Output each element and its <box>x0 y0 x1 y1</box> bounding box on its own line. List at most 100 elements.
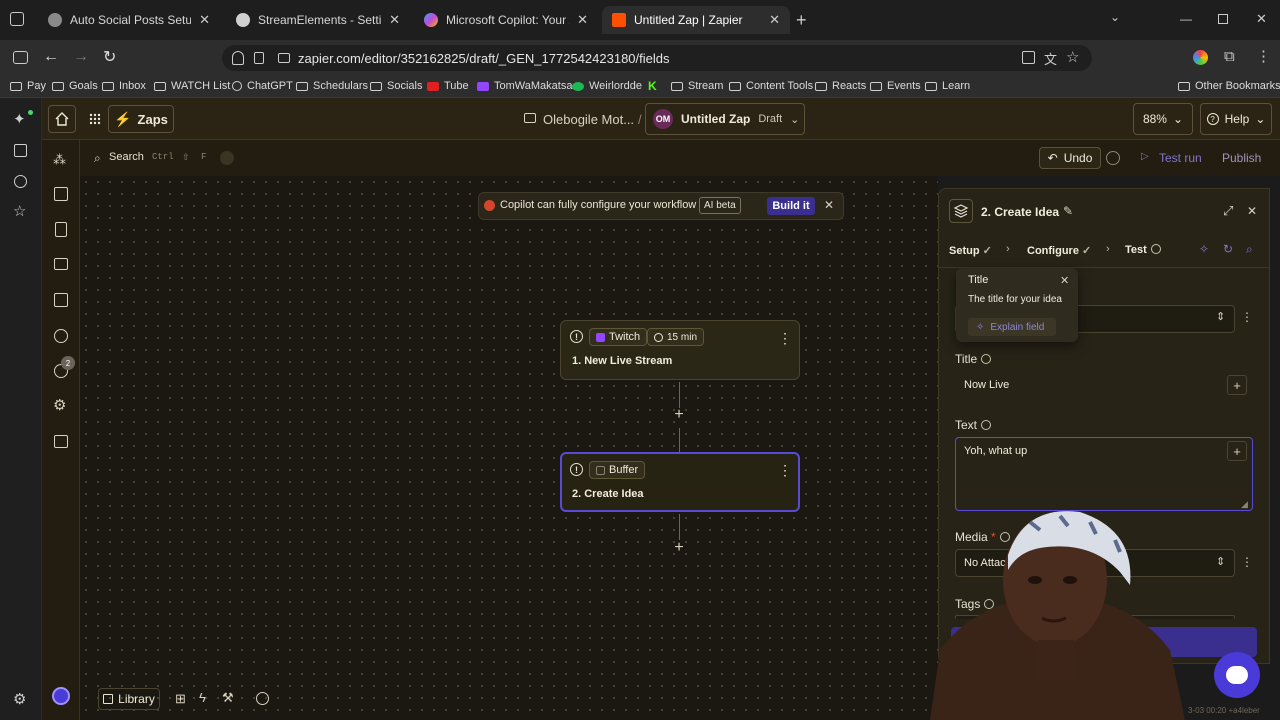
history-icon[interactable] <box>14 175 27 188</box>
translate-icon[interactable]: 文 <box>1044 49 1057 68</box>
step-menu-icon[interactable]: ⋮ <box>778 462 792 479</box>
extensions-puzzle-icon[interactable]: ⧉ <box>1224 48 1235 65</box>
comment-icon[interactable] <box>54 258 68 270</box>
copilot-sparkle-icon[interactable]: ✦ <box>13 110 26 128</box>
bookmark-stream[interactable]: Stream <box>671 80 723 92</box>
bookmark-events[interactable]: Events <box>870 80 921 92</box>
close-tab-icon[interactable]: ✕ <box>389 12 400 28</box>
close-tooltip-icon[interactable]: ✕ <box>1060 274 1069 287</box>
collections-icon[interactable] <box>14 144 27 157</box>
apps-icon[interactable]: ⁂ <box>53 152 66 168</box>
bolt-icon[interactable]: ϟ <box>199 690 206 705</box>
field-menu-icon[interactable]: ⋮ <box>1241 555 1253 569</box>
search-button[interactable]: Search <box>109 151 144 163</box>
menu-dots-icon[interactable]: ⋮ <box>1256 47 1271 65</box>
bookmark-watch-list[interactable]: WATCH List <box>154 80 230 92</box>
build-it-button[interactable]: Build it <box>767 197 815 215</box>
library-button[interactable]: Library <box>98 688 160 710</box>
explain-field-button[interactable]: ✧ Explain field <box>968 318 1056 336</box>
help-button[interactable]: ? Help ⌄ <box>1200 103 1272 135</box>
close-window-icon[interactable]: ✕ <box>1256 11 1267 27</box>
url-text[interactable]: zapier.com/editor/352162825/draft/_GEN_1… <box>298 51 670 66</box>
ai-edit-icon[interactable]: ✧ <box>1199 242 1209 256</box>
insert-data-plus-icon[interactable]: + <box>1227 375 1247 395</box>
reload-icon[interactable]: ↻ <box>103 47 116 67</box>
info-icon[interactable] <box>981 354 992 364</box>
new-tab-icon[interactable]: + <box>796 10 807 31</box>
undo-button[interactable]: ↶ Undo <box>1039 147 1101 169</box>
favorites-star-icon[interactable]: ☆ <box>13 202 26 220</box>
bookmark-tomwamakatsa[interactable]: TomWaMakatsa <box>477 80 572 92</box>
bookmark-content-tools[interactable]: Content Tools <box>729 80 813 92</box>
bookmark-learn[interactable]: Learn <box>925 80 970 92</box>
settings-gear-icon[interactable]: ⚙ <box>13 690 26 708</box>
tab-test[interactable]: Test <box>1125 244 1161 256</box>
history-icon[interactable] <box>1106 151 1120 165</box>
tab-configure[interactable]: Configure ✓ <box>1027 244 1091 257</box>
close-tab-icon[interactable]: ✕ <box>769 12 780 28</box>
expand-icon[interactable]: ⤢ <box>1223 203 1233 219</box>
templates-icon[interactable] <box>54 187 68 201</box>
bookmark-chatgpt[interactable]: ChatGPT <box>232 80 293 92</box>
bookmark-weirlordde[interactable]: Weirlordde <box>572 80 642 92</box>
add-step-icon[interactable]: + <box>671 407 687 423</box>
wrench-icon[interactable]: ⚒ <box>222 690 234 706</box>
bookmark-goals[interactable]: Goals <box>52 80 98 92</box>
kick-icon[interactable]: K <box>648 79 657 93</box>
search-icon[interactable]: ⌕ <box>94 151 101 166</box>
resize-handle-icon[interactable]: ◢ <box>1241 499 1248 510</box>
maximize-icon[interactable] <box>1218 14 1228 24</box>
copilot-icon[interactable] <box>52 687 70 705</box>
sidebar-toggle-icon[interactable] <box>13 51 28 64</box>
breadcrumb-folder[interactable]: Olebogile Mot... <box>543 112 634 127</box>
zap-canvas[interactable] <box>80 176 938 720</box>
tab-actions-icon[interactable] <box>10 12 24 26</box>
test-run-button[interactable]: Test run <box>1159 151 1202 165</box>
browser-tab[interactable]: Auto Social Posts Setup ✕ <box>38 6 220 34</box>
layers-icon[interactable] <box>54 435 68 448</box>
text-field-value[interactable]: Yoh, what up <box>964 445 1027 457</box>
bookmark-schedulars[interactable]: Schedulars <box>296 80 368 92</box>
lock-icon[interactable] <box>254 52 264 64</box>
minimize-icon[interactable]: — <box>1180 12 1192 26</box>
tab-search-chevron-icon[interactable]: ⌄ <box>1110 10 1120 24</box>
site-settings-icon[interactable] <box>278 53 290 63</box>
layout-icon[interactable]: ⊞ <box>175 691 186 707</box>
search-icon[interactable]: ⌕ <box>1246 242 1253 257</box>
install-app-icon[interactable] <box>1022 51 1035 64</box>
bookmark-reacts[interactable]: Reacts <box>815 80 866 92</box>
bookmark-other[interactable]: Other Bookmarks <box>1178 80 1280 92</box>
browser-tab[interactable]: Microsoft Copilot: Your AI comp ✕ <box>414 6 598 34</box>
forward-icon[interactable]: → <box>73 48 89 66</box>
bookmark-pay[interactable]: Pay <box>10 80 46 92</box>
insert-data-plus-icon[interactable]: + <box>1227 441 1247 461</box>
close-panel-icon[interactable]: ✕ <box>1247 204 1257 218</box>
info-icon[interactable] <box>981 420 992 430</box>
apps-grid-button[interactable] <box>84 105 106 133</box>
chat-support-button[interactable] <box>1214 652 1260 698</box>
browser-tab[interactable]: StreamElements - Settings ✕ <box>226 6 410 34</box>
step-menu-icon[interactable]: ⋮ <box>778 330 792 347</box>
title-field-value[interactable]: Now Live <box>964 379 1009 391</box>
publish-button[interactable]: Publish <box>1222 151 1261 165</box>
close-tab-icon[interactable]: ✕ <box>199 12 210 28</box>
close-tab-icon[interactable]: ✕ <box>577 12 588 28</box>
clock-icon[interactable] <box>54 329 68 343</box>
bookmark-inbox[interactable]: Inbox <box>102 80 146 92</box>
settings-gear-icon[interactable]: ⚙ <box>53 396 66 414</box>
back-icon[interactable]: ← <box>43 48 59 66</box>
bookmark-tube[interactable]: Tube <box>427 80 469 92</box>
calendar-icon[interactable] <box>54 293 68 307</box>
document-icon[interactable] <box>55 222 67 237</box>
extension-icon[interactable] <box>1193 50 1208 65</box>
field-menu-icon[interactable]: ⋮ <box>1241 310 1253 324</box>
home-button[interactable] <box>48 105 76 133</box>
shield-icon[interactable] <box>232 51 244 65</box>
browser-tab-active[interactable]: Untitled Zap | Zapier ✕ <box>602 6 790 34</box>
tab-setup[interactable]: Setup ✓ <box>949 244 992 257</box>
zoom-search-icon[interactable] <box>256 692 269 705</box>
close-banner-icon[interactable]: ✕ <box>824 198 834 212</box>
zoom-selector[interactable]: 88% ⌄ <box>1133 103 1193 135</box>
bookmark-socials[interactable]: Socials <box>370 80 422 92</box>
add-step-icon[interactable]: + <box>671 540 687 556</box>
